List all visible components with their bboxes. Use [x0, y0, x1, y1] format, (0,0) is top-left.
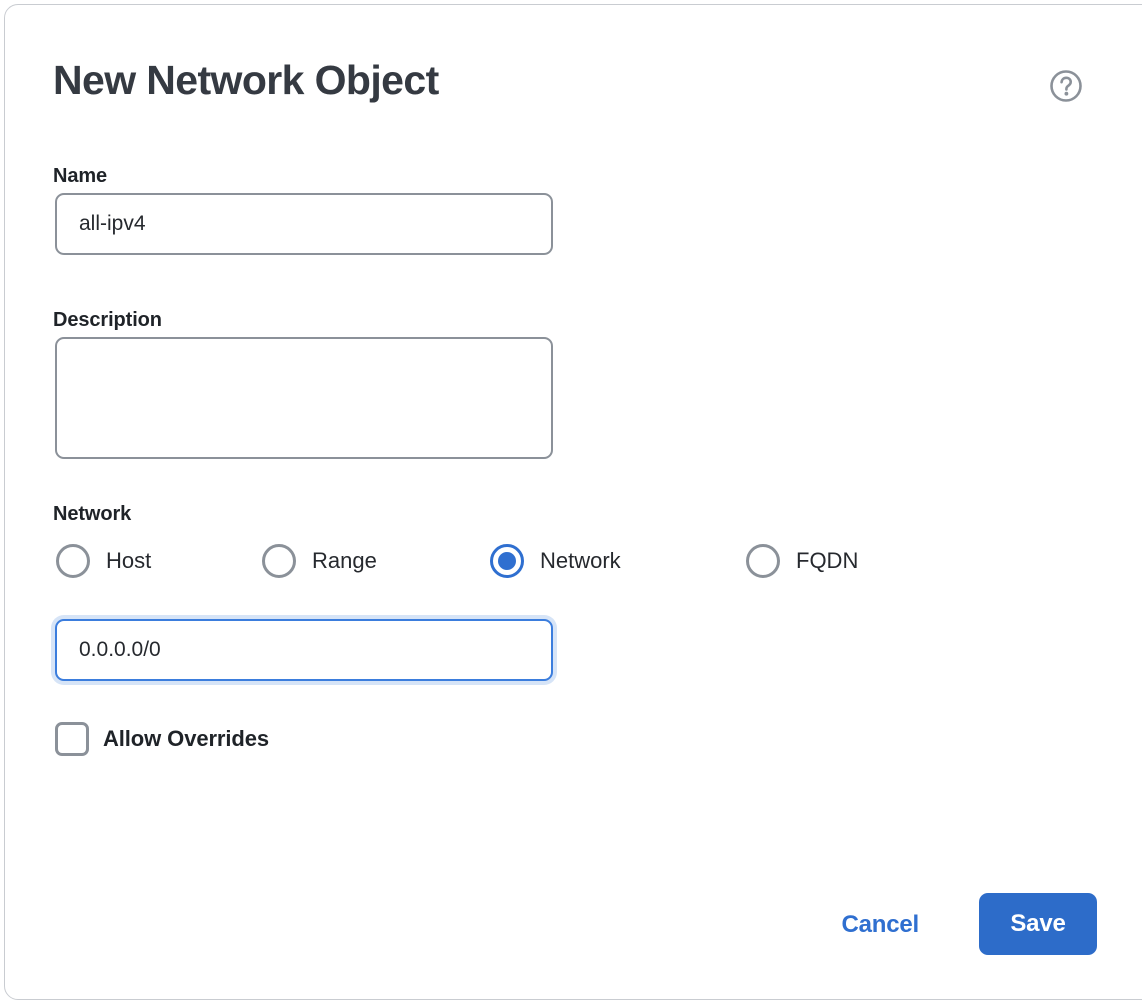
radio-circle-icon: [56, 544, 90, 578]
help-circle-icon[interactable]: [1049, 69, 1083, 103]
radio-option-host[interactable]: Host: [56, 535, 151, 587]
radio-label-network: Network: [540, 548, 621, 573]
radio-circle-icon: [746, 544, 780, 578]
radio-label-host: Host: [106, 548, 152, 573]
radio-circle-selected-icon: [490, 544, 524, 578]
dialog-footer: Cancel Save: [5, 885, 1142, 969]
dialog-header: New Network Object: [5, 5, 1142, 135]
save-button[interactable]: Save: [979, 893, 1097, 955]
new-network-object-dialog: New Network Object Name Description Netw…: [4, 4, 1142, 1000]
description-label: Description: [53, 309, 162, 331]
name-input[interactable]: [55, 193, 553, 255]
name-label: Name: [53, 165, 108, 187]
allow-overrides-row[interactable]: Allow Overrides: [55, 721, 269, 757]
network-type-radio-group: Host Range Network FQDN: [5, 535, 1142, 587]
radio-label-fqdn: FQDN: [796, 548, 859, 573]
network-value-input[interactable]: [55, 619, 553, 681]
cancel-button[interactable]: Cancel: [835, 903, 925, 947]
allow-overrides-label: Allow Overrides: [103, 726, 270, 751]
description-input[interactable]: [55, 337, 553, 459]
page-title: New Network Object: [53, 57, 439, 103]
radio-label-range: Range: [312, 548, 377, 573]
radio-option-network[interactable]: Network: [490, 535, 621, 587]
radio-option-range[interactable]: Range: [262, 535, 377, 587]
radio-option-fqdn[interactable]: FQDN: [746, 535, 858, 587]
allow-overrides-checkbox[interactable]: [55, 722, 89, 756]
network-label: Network: [53, 503, 132, 525]
radio-circle-icon: [262, 544, 296, 578]
